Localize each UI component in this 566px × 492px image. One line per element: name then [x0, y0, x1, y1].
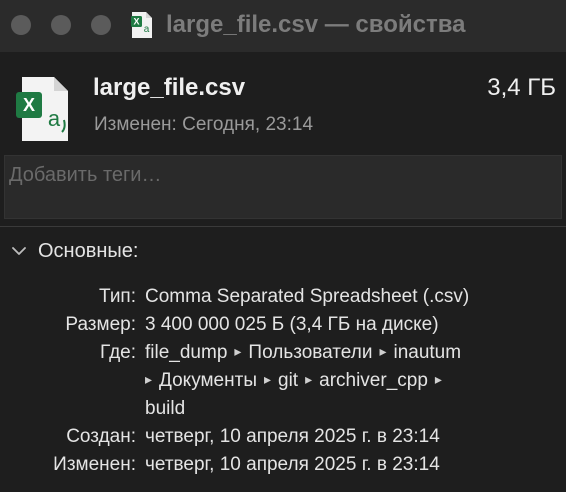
path-segment[interactable]: git: [278, 370, 298, 391]
type-label: Тип:: [99, 286, 136, 307]
excel-csv-file-icon: X a: [16, 77, 68, 141]
tags-input[interactable]: [9, 158, 549, 192]
path-separator-icon: ▸: [379, 343, 387, 359]
size-label: Размер:: [65, 314, 136, 335]
svg-text:X: X: [133, 17, 139, 27]
path-line-2: ▸ Документы ▸ git ▸ archiver_cpp ▸: [145, 370, 449, 392]
svg-text:X: X: [23, 95, 35, 115]
section-divider: [0, 226, 566, 227]
path-segment[interactable]: Пользователи: [248, 342, 372, 363]
info-window: X a large_file.csv — свойства X a large_…: [0, 0, 566, 492]
created-value: четверг, 10 апреля 2025 г. в 23:14: [145, 426, 440, 447]
general-section-title: Основные:: [38, 240, 139, 262]
modified-label: Изменен:: [53, 454, 136, 475]
path-segment[interactable]: Документы: [159, 370, 257, 391]
file-header: X a large_file.csv 3,4 ГБ Изменен: Сегод…: [0, 52, 566, 148]
window-title: large_file.csv — свойства: [166, 11, 466, 38]
title-bar[interactable]: X a large_file.csv — свойства: [0, 0, 566, 52]
svg-text:a: a: [48, 106, 61, 131]
path-segment[interactable]: build: [145, 398, 185, 419]
chevron-down-icon[interactable]: [10, 244, 28, 258]
path-separator-icon: ▸: [234, 343, 242, 359]
modified-summary: Изменен: Сегодня, 23:14: [94, 114, 314, 135]
path-separator-icon: ▸: [145, 371, 153, 387]
size-value: 3 400 000 025 Б (3,4 ГБ на диске): [145, 314, 439, 335]
minimize-button[interactable]: [51, 15, 71, 35]
modified-value: четверг, 10 апреля 2025 г. в 23:14: [145, 454, 440, 475]
path-line-1: file_dump ▸ Пользователи ▸ inautum: [145, 342, 461, 364]
svg-text:a: a: [144, 24, 150, 35]
close-button[interactable]: [11, 15, 31, 35]
created-label: Создан:: [66, 426, 136, 447]
type-value: Comma Separated Spreadsheet (.csv): [145, 286, 470, 307]
path-separator-icon: ▸: [434, 371, 442, 387]
zoom-button[interactable]: [91, 15, 111, 35]
file-size: 3,4 ГБ: [487, 74, 556, 101]
where-label: Где:: [100, 342, 136, 363]
path-line-3: build: [145, 398, 185, 420]
excel-file-icon: X a: [131, 12, 152, 38]
path-segment[interactable]: archiver_cpp: [319, 370, 428, 391]
path-segment[interactable]: inautum: [393, 342, 461, 363]
path-separator-icon: ▸: [263, 371, 272, 387]
path-segment[interactable]: file_dump: [145, 342, 227, 363]
path-separator-icon: ▸: [305, 371, 313, 387]
tags-field-container: [4, 155, 562, 219]
file-name: large_file.csv: [93, 74, 246, 101]
